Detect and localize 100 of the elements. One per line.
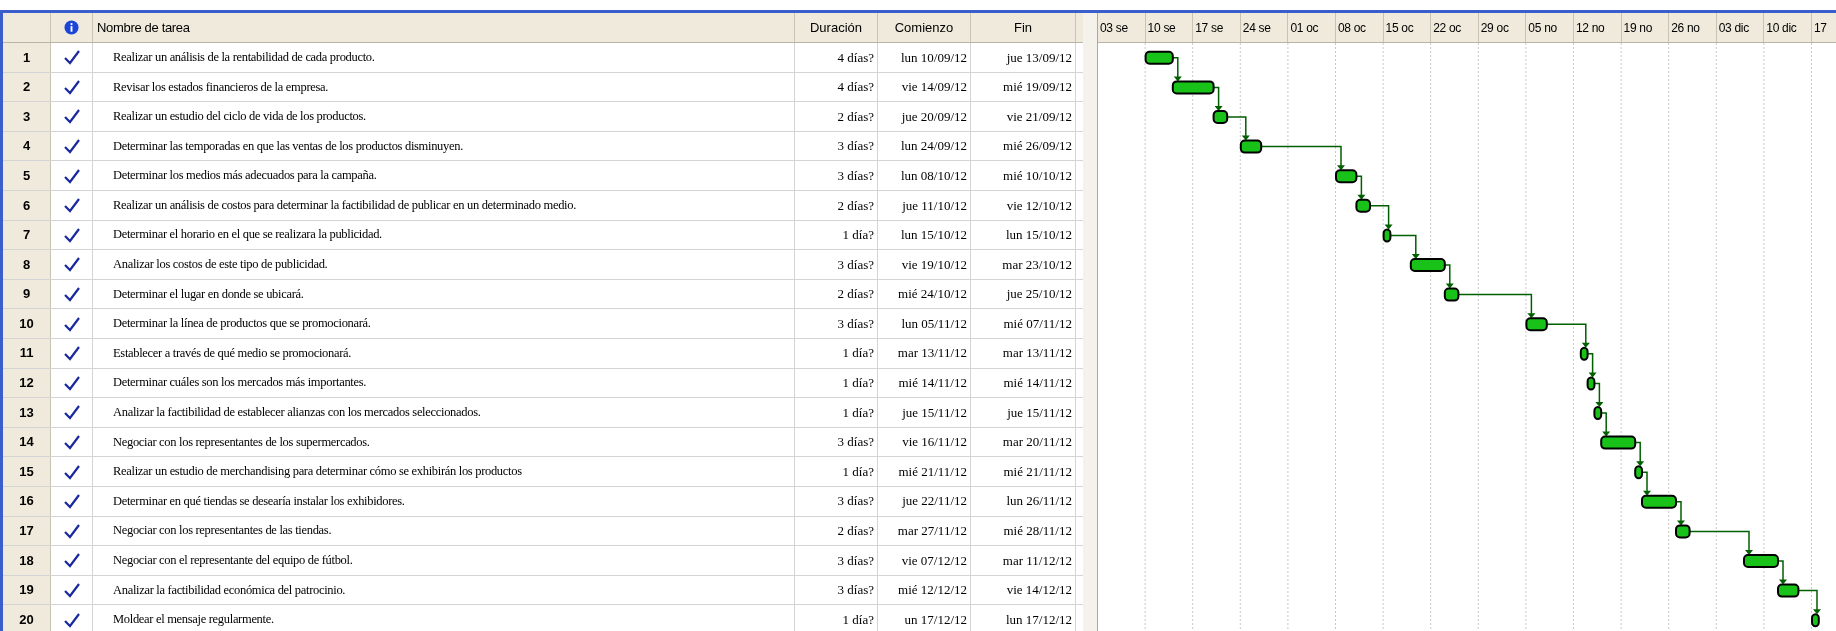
- finish-date-cell: mar 20/11/12: [971, 427, 1076, 457]
- duration-cell: 2 días?: [795, 102, 878, 131]
- row-number[interactable]: 11: [3, 338, 51, 368]
- row-number[interactable]: 19: [3, 575, 51, 605]
- finish-date-cell: mié 10/10/12: [971, 161, 1076, 190]
- duration-cell: 3 días?: [795, 161, 878, 190]
- dependency-arrow: [1389, 234, 1420, 259]
- week-label: 19 no: [1621, 13, 1670, 42]
- info-icon: [64, 20, 79, 35]
- finish-date-cell: vie 12/10/12: [971, 190, 1076, 220]
- task-name-cell: Determinar las temporadas en que las ventas de los productos disminuyen.: [93, 131, 795, 161]
- row-number[interactable]: 18: [3, 546, 51, 575]
- duration-cell: 1 día?: [795, 398, 878, 427]
- task-bar[interactable]: [1811, 613, 1820, 628]
- task-bar[interactable]: [1409, 258, 1446, 272]
- finish-date-cell: jue 13/09/12: [971, 43, 1076, 72]
- dependency-arrow: [1212, 86, 1223, 111]
- task-bar[interactable]: [1355, 198, 1371, 213]
- start-date-cell: lun 10/09/12: [878, 43, 971, 72]
- finish-date-cell: jue 15/11/12: [971, 398, 1076, 427]
- row-number[interactable]: 12: [3, 368, 51, 398]
- duration-cell: 3 días?: [795, 546, 878, 575]
- task-bar[interactable]: [1171, 80, 1215, 95]
- task-name-cell: Analizar los costos de este tipo de publicidad.: [93, 250, 795, 279]
- finish-date-cell: mié 21/11/12: [971, 457, 1076, 486]
- week-label: 03 dic: [1716, 13, 1765, 42]
- start-date-cell: mar 13/11/12: [878, 338, 971, 368]
- week-label: 03 se: [1098, 13, 1146, 42]
- task-name-cell: Moldear el mensaje regularmente.: [93, 605, 795, 631]
- task-bar[interactable]: [1239, 139, 1263, 154]
- task-bar[interactable]: [1777, 583, 1800, 598]
- task-bar[interactable]: [1212, 110, 1229, 124]
- row-number[interactable]: 14: [3, 427, 51, 457]
- task-name-cell: Analizar la factibilidad de establecer alianzas con los mercados seleccionados.: [93, 398, 795, 427]
- finish-date-cell: mié 19/09/12: [971, 72, 1076, 102]
- column-header[interactable]: Duración: [795, 13, 878, 42]
- duration-cell: 4 días?: [795, 43, 878, 72]
- start-date-cell: jue 20/09/12: [878, 102, 971, 131]
- row-number[interactable]: 5: [3, 161, 51, 190]
- row-number[interactable]: 7: [3, 220, 51, 250]
- start-date-cell: vie 19/10/12: [878, 250, 971, 279]
- task-bar[interactable]: [1382, 228, 1392, 243]
- start-date-cell: mié 14/11/12: [878, 368, 971, 398]
- finish-date-cell: mar 11/12/12: [971, 546, 1076, 575]
- row-number[interactable]: 10: [3, 309, 51, 338]
- column-header[interactable]: Fin: [971, 13, 1076, 42]
- start-date-cell: un 17/12/12: [878, 605, 971, 631]
- row-number[interactable]: 9: [3, 279, 51, 309]
- task-name-cell: Establecer a través de qué medio se promocionará.: [93, 338, 795, 368]
- row-number[interactable]: 16: [3, 486, 51, 516]
- row-number[interactable]: 13: [3, 398, 51, 427]
- task-bar[interactable]: [1144, 50, 1174, 65]
- duration-cell: 3 días?: [795, 131, 878, 161]
- dependency-arrow: [1593, 382, 1604, 407]
- row-number[interactable]: 8: [3, 250, 51, 279]
- row-number[interactable]: 17: [3, 516, 51, 546]
- start-date-cell: vie 07/12/12: [878, 546, 971, 575]
- duration-cell: 2 días?: [795, 516, 878, 546]
- task-bar[interactable]: [1579, 346, 1589, 361]
- dependency-arrow: [1777, 560, 1787, 585]
- task-bar[interactable]: [1641, 494, 1677, 509]
- row-number[interactable]: 1: [3, 43, 51, 72]
- finish-date-cell: mié 28/11/12: [971, 516, 1076, 546]
- task-name-cell: Realizar un análisis de costos para determinar la factibilidad de publicar en un determinado medio.: [93, 190, 795, 220]
- task-name-cell: Determinar el horario en el que se realizara la publicidad.: [93, 220, 795, 250]
- row-number[interactable]: 4: [3, 131, 51, 161]
- start-date-cell: lun 05/11/12: [878, 309, 971, 338]
- finish-date-cell: vie 21/09/12: [971, 102, 1076, 131]
- dependency-arrow: [1675, 501, 1685, 526]
- task-bar[interactable]: [1586, 376, 1596, 391]
- task-bar[interactable]: [1634, 465, 1643, 480]
- task-bar[interactable]: [1593, 406, 1603, 420]
- week-label: 01 oc: [1288, 13, 1336, 42]
- row-number[interactable]: 2: [3, 72, 51, 102]
- row-number[interactable]: 20: [3, 605, 51, 631]
- task-bar[interactable]: [1600, 435, 1637, 450]
- task-bar[interactable]: [1525, 317, 1548, 332]
- row-number[interactable]: 3: [3, 102, 51, 131]
- row-number[interactable]: 6: [3, 190, 51, 220]
- task-name-cell: Revisar los estados financieros de la empresa.: [93, 72, 795, 102]
- dependency-arrow: [1172, 57, 1182, 82]
- column-header[interactable]: Nombre de tarea: [93, 13, 795, 42]
- duration-cell: 3 días?: [795, 250, 878, 279]
- task-bar[interactable]: [1743, 554, 1779, 568]
- row-number[interactable]: 15: [3, 457, 51, 486]
- finish-date-cell: vie 14/12/12: [971, 575, 1076, 605]
- task-bar[interactable]: [1335, 169, 1358, 184]
- task-bar[interactable]: [1443, 287, 1460, 302]
- task-name-cell: Realizar un análisis de la rentabilidad de cada producto.: [93, 43, 795, 72]
- task-bar[interactable]: [1675, 524, 1691, 539]
- duration-cell: 1 día?: [795, 605, 878, 631]
- week-label: 17 se: [1193, 13, 1241, 42]
- start-date-cell: lun 08/10/12: [878, 161, 971, 190]
- finish-date-cell: mié 07/11/12: [971, 309, 1076, 338]
- column-header[interactable]: Comienzo: [878, 13, 971, 42]
- duration-cell: 1 día?: [795, 220, 878, 250]
- dependency-arrow: [1600, 412, 1611, 437]
- week-label: 05 no: [1526, 13, 1574, 42]
- week-label: 24 se: [1240, 13, 1289, 42]
- finish-date-cell: mar 23/10/12: [971, 250, 1076, 279]
